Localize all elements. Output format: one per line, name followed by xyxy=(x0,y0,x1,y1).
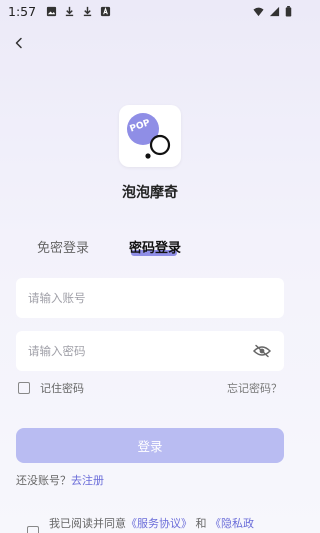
privacy-policy-link[interactable]: 《隐私政 xyxy=(210,517,254,530)
password-input[interactable] xyxy=(28,344,252,358)
app-a-icon xyxy=(100,6,111,16)
service-agreement-link[interactable]: 《服务协议》 xyxy=(126,517,192,530)
status-bar: 1:57 xyxy=(0,0,300,22)
login-mode-tabs: 免密登录 密码登录 xyxy=(0,237,300,261)
download-icon xyxy=(65,6,74,16)
status-system-icons xyxy=(253,5,292,17)
password-visibility-toggle[interactable] xyxy=(252,343,272,359)
tab-password-login[interactable]: 密码登录 xyxy=(129,237,181,256)
login-button[interactable]: 登录 xyxy=(16,428,284,463)
eye-off-icon xyxy=(253,344,271,358)
forgot-password-link[interactable]: 忘记密码？ xyxy=(227,380,282,396)
agreement-text: 我已阅读并同意《服务协议》 和 《隐私政 xyxy=(49,517,254,531)
agreement-checkbox[interactable] xyxy=(27,526,39,533)
app-name: 泡泡摩奇 xyxy=(122,185,178,201)
account-field xyxy=(16,278,284,318)
remember-password-checkbox[interactable] xyxy=(18,382,30,394)
register-prompt: 还没账号？ xyxy=(16,474,71,487)
pop-bubble-logo: POP xyxy=(127,113,171,159)
download-icon xyxy=(83,6,92,16)
agreement-conjunction: 和 xyxy=(195,517,207,530)
app-logo: POP xyxy=(119,105,181,167)
tab-password-login-label: 密码登录 xyxy=(129,241,182,256)
chevron-left-icon xyxy=(15,37,22,49)
back-button[interactable] xyxy=(8,32,30,54)
password-field xyxy=(16,331,284,371)
remember-row: 记住密码 忘记密码？ xyxy=(18,380,282,396)
tab-passwordless-login[interactable]: 免密登录 xyxy=(37,237,89,256)
register-row: 还没账号？去注册 xyxy=(16,472,104,488)
register-link[interactable]: 去注册 xyxy=(71,474,104,487)
battery-icon xyxy=(285,5,292,17)
signal-icon xyxy=(269,6,280,16)
wifi-icon xyxy=(253,7,264,16)
gallery-icon xyxy=(46,6,57,16)
account-input[interactable] xyxy=(28,291,272,305)
agreement-prefix: 我已阅读并同意 xyxy=(49,517,126,530)
status-time: 1:57 xyxy=(8,3,37,19)
status-notification-icons xyxy=(46,6,111,17)
remember-password-label[interactable]: 记住密码 xyxy=(40,380,84,396)
agreement-row: 我已阅读并同意《服务协议》 和 《隐私政 xyxy=(27,517,287,533)
